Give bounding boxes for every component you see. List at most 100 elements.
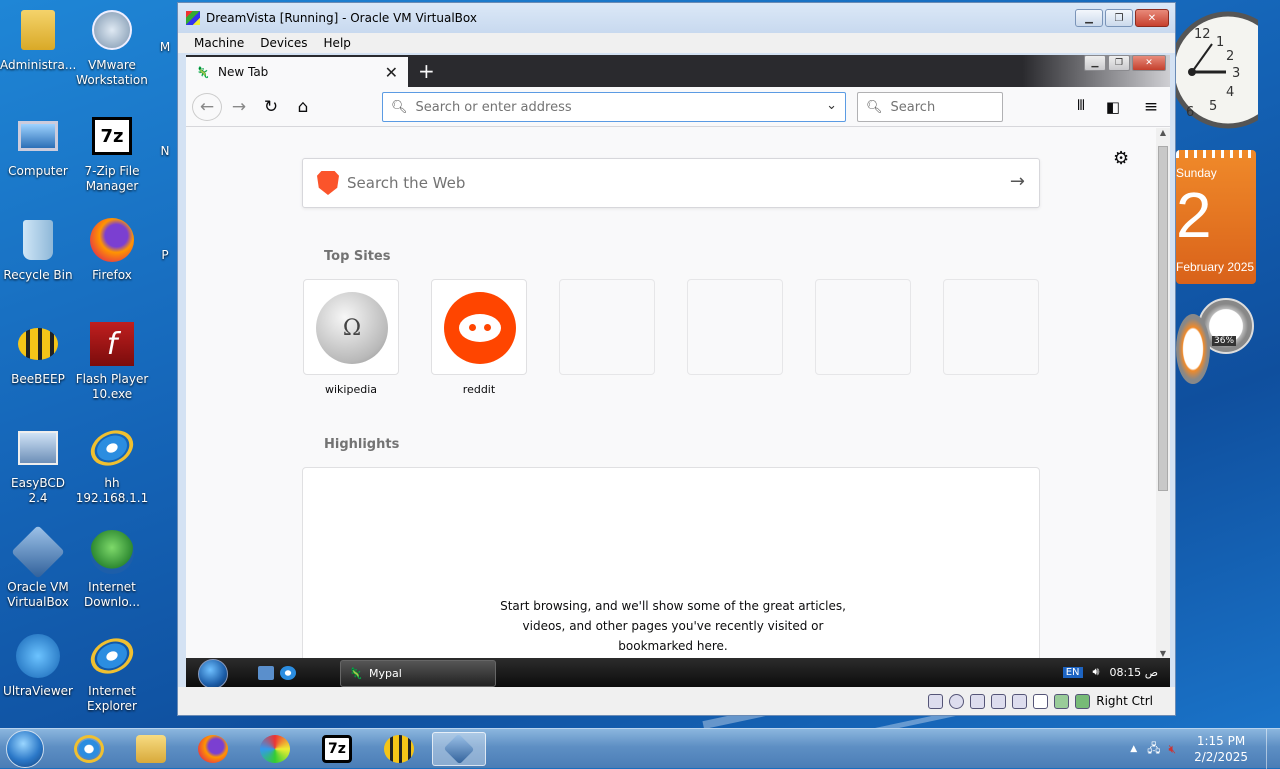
top-site-empty[interactable] [815,279,911,375]
back-button[interactable]: ← [192,93,222,121]
virtualbox-titlebar[interactable]: DreamVista [Running] - Oracle VM Virtual… [178,3,1175,33]
mouse-integration-icon[interactable] [1075,693,1091,709]
desktop-icon-partial[interactable]: M [150,40,180,55]
language-indicator[interactable]: EN [1062,666,1083,678]
guest-maximize-button[interactable]: ❐ [1108,55,1130,71]
desktop-icon-internet-download-manager[interactable]: Internet Downlo... [74,528,150,610]
sidebar-button[interactable]: ◧ [1098,93,1128,121]
desktop-icon-partial[interactable]: P [150,248,180,263]
taskbar-paint[interactable] [248,732,302,766]
menu-machine[interactable]: Machine [186,36,252,50]
scroll-up-icon[interactable]: ▲ [1156,128,1170,137]
taskbar-internet-explorer[interactable] [62,732,116,766]
page-scrollbar[interactable]: ▲ ▼ [1156,128,1170,658]
search-bar[interactable]: 🔍︎ Search [857,92,1003,122]
desktop-icon-flash-player[interactable]: f Flash Player 10.exe [74,320,150,402]
desktop-icon-partial[interactable]: N [150,144,180,159]
window-title: DreamVista [Running] - Oracle VM Virtual… [206,11,477,25]
guest-close-button[interactable]: ✕ [1132,55,1166,71]
url-bar[interactable]: 🔍︎ Search or enter address ⌄ [382,92,846,122]
scrollbar-thumb[interactable] [1158,146,1168,491]
maximize-button[interactable]: ❐ [1105,9,1133,27]
taskbar-7zip[interactable]: 7z [310,732,364,766]
internet-explorer-icon[interactable] [280,666,296,680]
arrow-right-icon[interactable]: → [1010,171,1025,192]
network-icon[interactable]: 🖧 [1147,739,1160,760]
top-site-reddit[interactable] [431,279,527,375]
show-desktop-button[interactable] [1266,729,1280,769]
library-button[interactable]: 𝍫 [1066,93,1096,121]
clock-gadget[interactable]: 12 1 2 3 4 5 6 [1176,8,1258,132]
web-search-placeholder: Search the Web [347,174,466,192]
desktop-icon-ultraviewer[interactable]: UltraViewer [0,632,76,699]
display-icon[interactable] [1033,693,1049,709]
menu-help[interactable]: Help [316,36,359,50]
calendar-gadget[interactable]: Sunday 2 February 2025 [1176,150,1256,284]
virtualbox-icon [11,525,65,579]
taskbar-beebeep[interactable] [372,732,426,766]
desktop-icon-administrator[interactable]: Administra... [0,6,76,73]
scroll-down-icon[interactable]: ▼ [1156,649,1170,658]
new-tab-button[interactable]: + [418,59,435,83]
desktop-icon-recycle-bin[interactable]: Recycle Bin [0,216,76,283]
usb-icon[interactable] [970,693,986,709]
guest-taskbar: 🦎 Mypal EN 🔊︎ 08:15 ص [186,658,1170,689]
web-search-box[interactable]: Search the Web → [302,158,1040,208]
desktop-icon-firefox[interactable]: Firefox [74,216,150,283]
guest-clock[interactable]: 08:15 ص [1109,666,1158,679]
network-icon[interactable] [991,693,1007,709]
guest-system-tray: EN 🔊︎ 08:15 ص [1062,665,1158,679]
guest-minimize-button[interactable]: ▁ [1084,55,1106,71]
desktop-icon-easybcd[interactable]: EasyBCD 2.4 [0,424,76,506]
tab-new-tab[interactable]: 🦎 New Tab ✕ [186,57,408,87]
show-desktop-icon[interactable] [258,666,274,680]
highlights-title: Highlights [324,437,400,452]
show-hidden-icons-icon[interactable]: ▲ [1130,744,1137,754]
desktop-icon-internet-explorer[interactable]: Internet Explorer [74,631,150,714]
chevron-down-icon[interactable]: ⌄ [826,98,837,113]
desktop-icon-vmware[interactable]: VMware Workstation [74,6,150,88]
capture-icon[interactable] [1054,693,1070,709]
home-button[interactable]: ⌂ [288,93,318,121]
volume-icon[interactable]: 🔊︎ [1093,665,1100,679]
hard-disk-icon[interactable] [928,693,944,709]
start-button[interactable] [6,730,44,768]
desktop-icon-7zip[interactable]: 7z 7-Zip File Manager [74,112,150,194]
firefox-icon [88,216,136,264]
reload-button[interactable]: ↻ [256,93,286,121]
guest-screen[interactable]: 🦎 New Tab ✕ + ▁ ❐ ✕ ← → ↻ ⌂ 🔍︎ Search or… [186,55,1170,689]
clock-number: 3 [1232,66,1240,81]
close-tab-icon[interactable]: ✕ [385,63,398,82]
menu-devices[interactable]: Devices [252,36,315,50]
minimize-button[interactable]: ▁ [1075,9,1103,27]
top-site-empty[interactable] [943,279,1039,375]
top-site-wikipedia[interactable]: Ω [303,279,399,375]
menu-button[interactable]: ≡ [1136,93,1166,121]
paint-palette-icon [260,735,290,763]
highlights-text-line: Start browsing, and we'll show some of t… [500,599,846,613]
volume-muted-icon[interactable]: 🔇︎ [1169,742,1177,757]
taskbar-firefox[interactable] [186,732,240,766]
clock[interactable]: 1:15 PM 2/2/2025 [1194,733,1248,765]
top-site-empty[interactable] [559,279,655,375]
gear-icon[interactable]: ⚙ [1113,148,1129,169]
virtualbox-window[interactable]: DreamVista [Running] - Oracle VM Virtual… [177,2,1176,716]
optical-drive-icon[interactable] [949,693,965,709]
desktop-icon-hh[interactable]: hh 192.168.1.1 [74,423,150,506]
close-button[interactable]: ✕ [1135,9,1169,27]
desktop-icon-computer[interactable]: Computer [0,112,76,179]
clock-time: 1:15 PM [1196,734,1246,748]
clock-number: 1 [1216,35,1224,50]
guest-start-button[interactable] [198,659,228,689]
search-icon: 🔍︎ [866,99,883,115]
shared-folder-icon[interactable] [1012,693,1028,709]
forward-button[interactable]: → [224,93,254,121]
guest-taskbar-mypal-button[interactable]: 🦎 Mypal [340,660,496,687]
taskbar-virtualbox[interactable] [432,732,486,766]
top-site-empty[interactable] [687,279,783,375]
desktop-icon-beebeep[interactable]: BeeBEEP [0,320,76,387]
clock-number: 6 [1186,105,1194,120]
taskbar-file-explorer[interactable] [124,732,178,766]
desktop-icon-virtualbox[interactable]: Oracle VM VirtualBox [0,525,76,610]
cpu-meter-gadget[interactable]: 36% [1176,296,1256,388]
